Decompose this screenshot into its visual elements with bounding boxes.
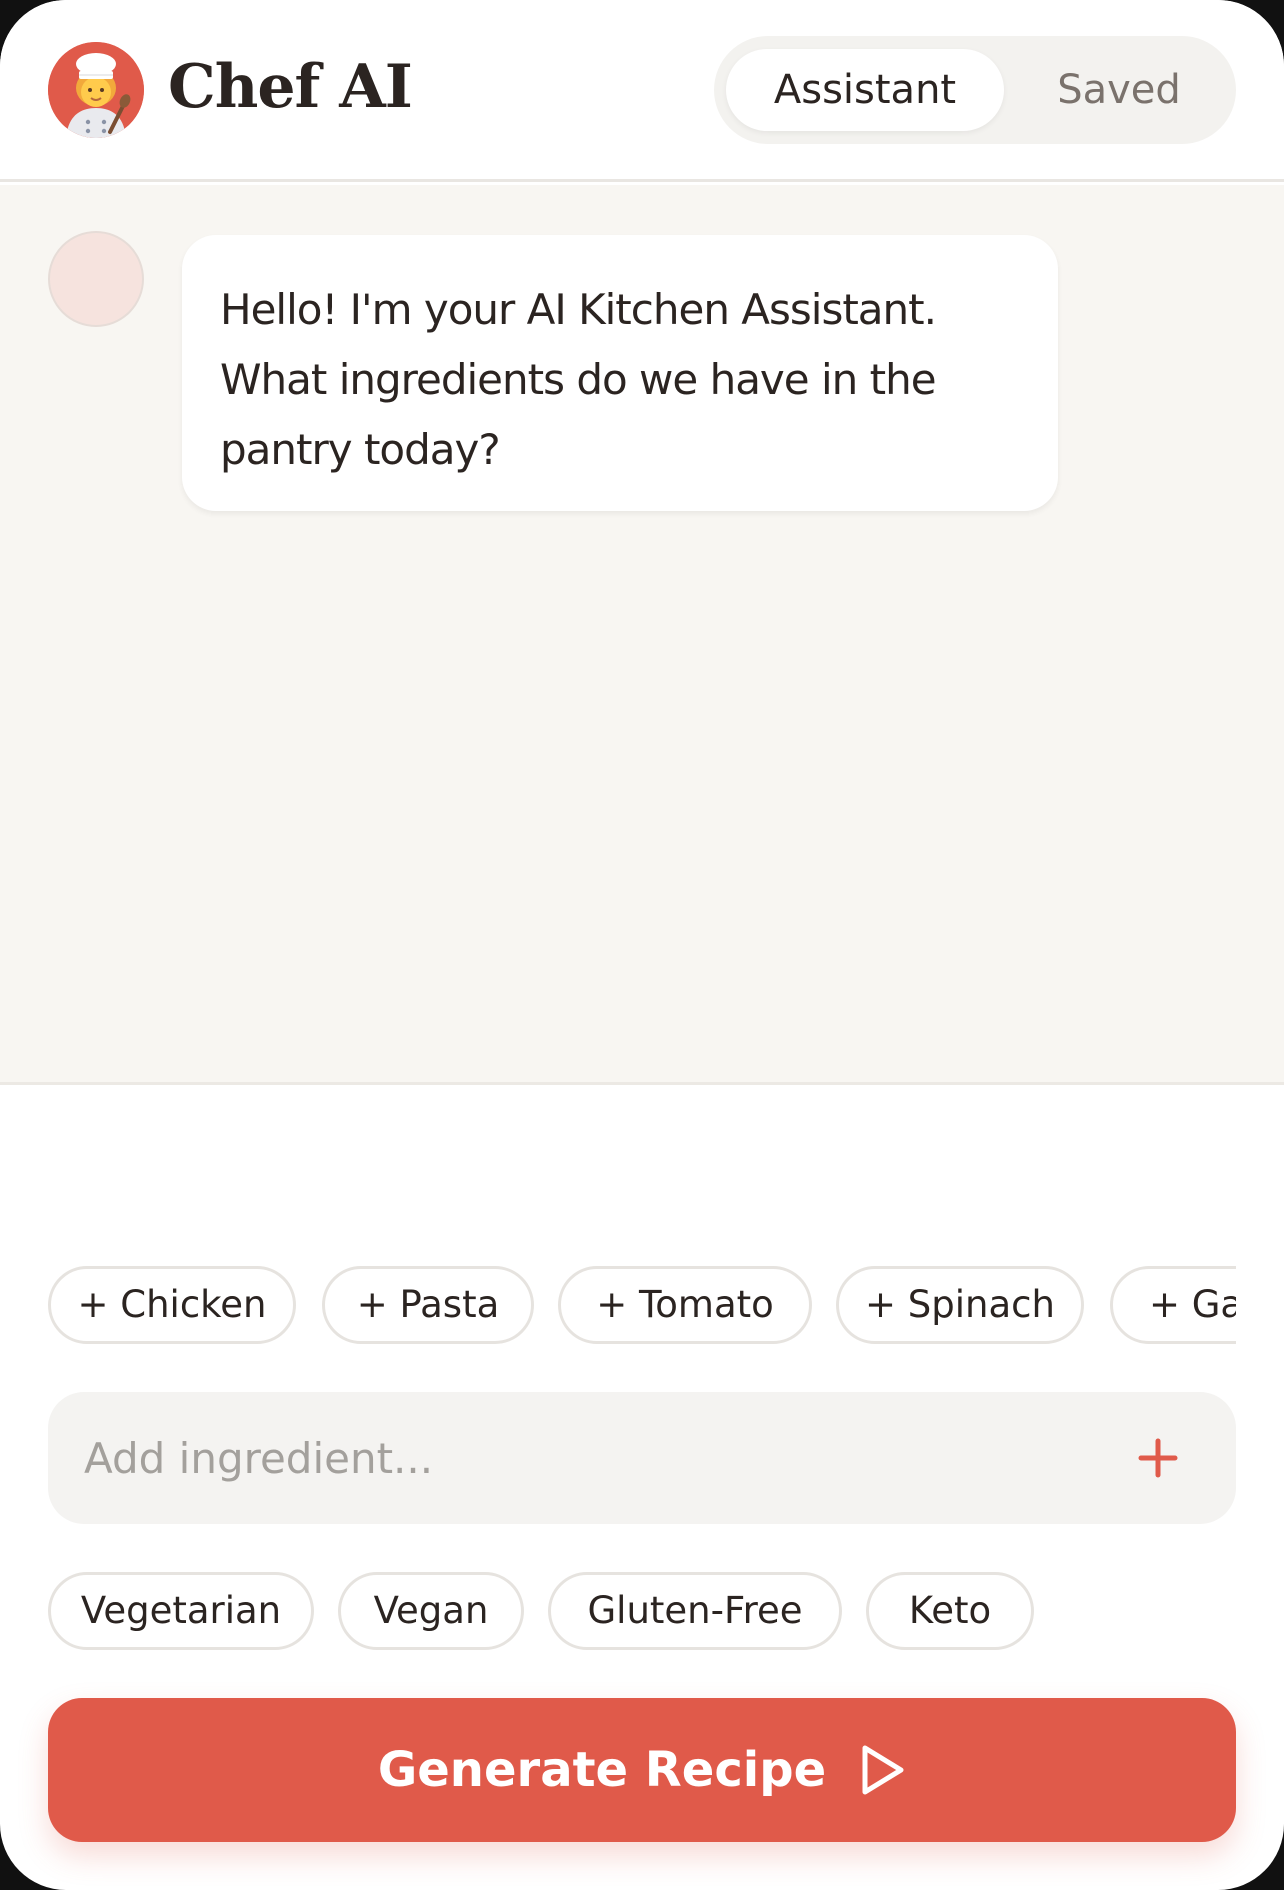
filter-gluten-free[interactable]: Gluten-Free	[548, 1572, 842, 1650]
diet-filter-row: Vegetarian Vegan Gluten-Free Keto	[48, 1572, 1236, 1652]
chat-area[interactable]: Hello! I'm your AI Kitchen Assistant. Wh…	[0, 185, 1284, 1085]
add-ingredient-button[interactable]	[1120, 1420, 1196, 1496]
chip-pasta[interactable]: + Pasta	[322, 1266, 534, 1344]
quick-ingredient-row[interactable]: + Chicken + Pasta + Tomato + Spinach + G…	[48, 1266, 1236, 1346]
filter-keto[interactable]: Keto	[866, 1572, 1034, 1650]
play-icon	[860, 1744, 906, 1796]
filter-vegan[interactable]: Vegan	[338, 1572, 524, 1650]
chef-avatar-icon	[48, 42, 144, 138]
tab-assistant[interactable]: Assistant	[726, 49, 1004, 131]
chip-chicken[interactable]: + Chicken	[48, 1266, 296, 1344]
ingredient-input-container	[48, 1392, 1236, 1524]
chip-spinach[interactable]: + Spinach	[836, 1266, 1084, 1344]
generate-recipe-button[interactable]: Generate Recipe	[48, 1698, 1236, 1842]
tab-saved[interactable]: Saved	[1014, 49, 1224, 131]
app-screen: Chef AI Assistant Saved Hello! I'm your …	[0, 0, 1284, 1890]
chip-tomato[interactable]: + Tomato	[558, 1266, 812, 1344]
assistant-avatar	[48, 231, 144, 327]
app-title: Chef AI	[168, 52, 413, 122]
app-header: Chef AI Assistant Saved	[0, 0, 1284, 182]
chip-garlic[interactable]: + Gar	[1110, 1266, 1236, 1344]
filter-vegetarian[interactable]: Vegetarian	[48, 1572, 314, 1650]
ingredient-input[interactable]	[84, 1392, 1084, 1524]
view-switcher: Assistant Saved	[714, 36, 1236, 144]
plus-icon	[1138, 1438, 1178, 1478]
assistant-message: Hello! I'm your AI Kitchen Assistant. Wh…	[182, 235, 1058, 511]
generate-recipe-label: Generate Recipe	[377, 1742, 827, 1798]
